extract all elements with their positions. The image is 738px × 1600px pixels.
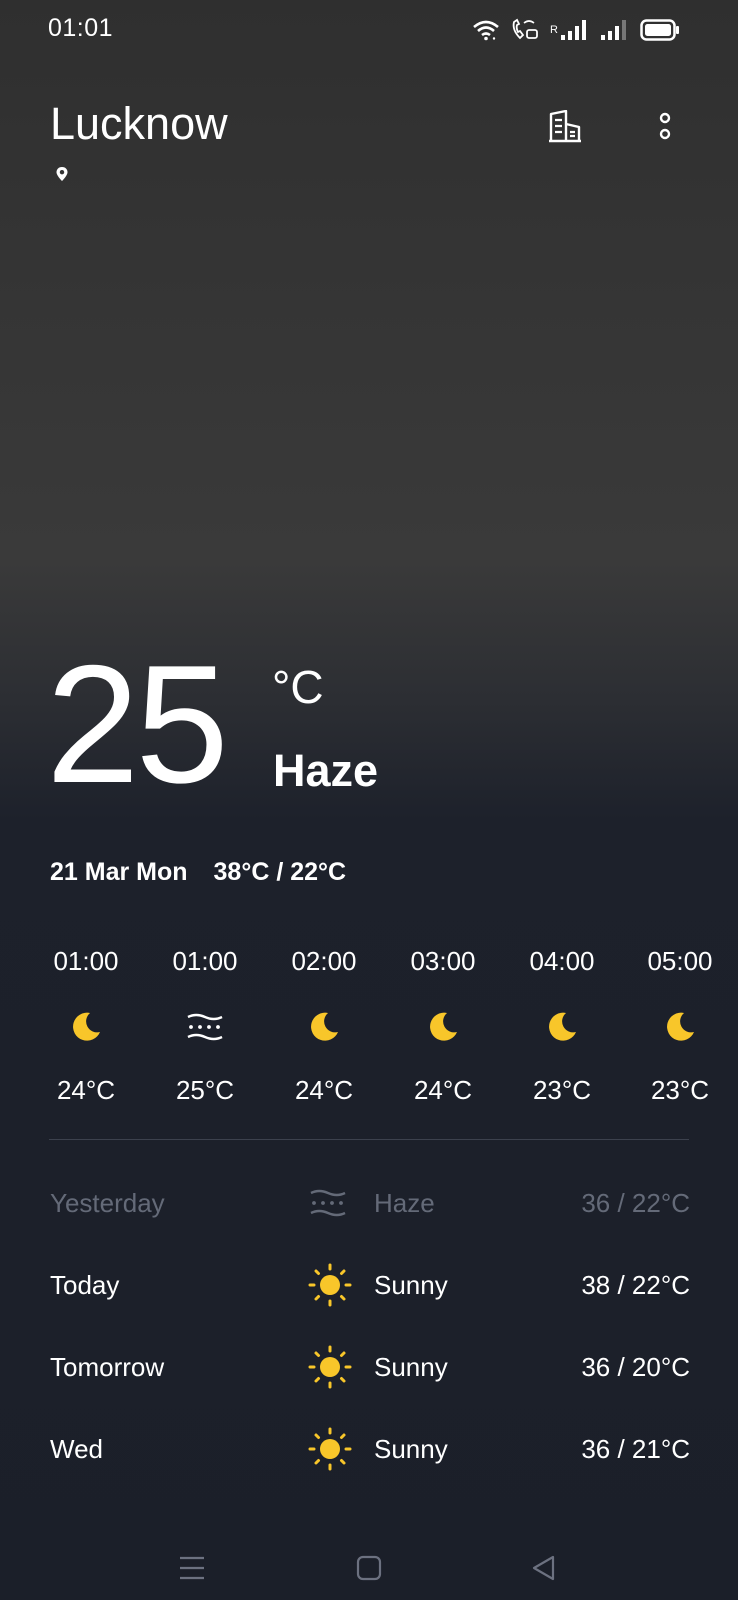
day-temp-range: 36 / 22°C [581,1187,690,1218]
day-name: Yesterday [50,1187,165,1218]
day-temp-range: 38 / 22°C [581,1269,690,1300]
day-name: Wed [50,1433,103,1464]
daily-row-wed[interactable]: Wed Sunny 36 / 21°C [50,1427,690,1471]
day-condition: Sunny [374,1269,448,1300]
day-condition: Haze [374,1187,435,1218]
current-date: 21 Mar Mon [50,858,188,886]
nav-home-button[interactable] [347,1546,391,1590]
wifi-calling-icon [512,18,538,40]
signal-sim2-icon [601,20,626,40]
date-summary: 21 Mar Mon 38°C / 22°C [50,858,346,887]
nav-back-button[interactable] [522,1546,566,1590]
divider [49,1139,689,1140]
buildings-icon [549,110,581,143]
hour-temp: 24°C [294,1075,354,1105]
hour-time: 04:00 [529,946,595,976]
day-temp-range: 36 / 21°C [581,1433,690,1464]
nav-recents-button[interactable] [170,1546,214,1590]
current-temperature: 25 [46,630,229,818]
hourly-item: 02:00 24°C [266,940,382,1106]
moon-icon [504,997,620,1057]
hourly-item: 01:00 25°C [147,940,263,1106]
daily-row-yesterday[interactable]: Yesterday Haze 36 / 22°C [50,1181,690,1225]
sun-icon [308,1427,374,1471]
roaming-indicator: R [550,24,558,36]
city-name[interactable]: Lucknow [50,98,228,150]
hour-time: 05:00 [647,946,713,976]
hour-temp: 23°C [650,1075,710,1105]
high-low-temp: 38°C / 22°C [213,858,347,886]
haze-icon [308,1188,374,1218]
status-icons: R [472,16,680,44]
hour-time: 02:00 [291,946,357,976]
wifi-icon [473,20,499,41]
hour-time: 01:00 [172,946,238,976]
hourly-item: 04:00 23°C [504,940,620,1106]
moon-icon [28,997,144,1057]
moon-icon [266,997,382,1057]
hour-time: 01:00 [53,946,119,976]
sun-icon [308,1263,374,1307]
hour-temp: 23°C [532,1075,592,1105]
menu-lines-icon [180,1556,204,1580]
hourly-forecast[interactable]: 01:00 24°C 01:00 25°C 02:00 24°C 03:00 2… [0,940,738,1110]
hourly-item: 03:00 24°C [385,940,501,1106]
location-pin-icon [55,166,69,187]
haze-icon [147,997,263,1057]
status-time: 01:01 [48,14,114,42]
day-temp-range: 36 / 20°C [581,1351,690,1382]
moon-icon [385,997,501,1057]
hourly-item: 05:00 23°C [622,940,738,1106]
hour-temp: 24°C [56,1075,116,1105]
day-name: Today [50,1269,120,1300]
square-icon [356,1555,382,1581]
daily-row-tomorrow[interactable]: Tomorrow Sunny 36 / 20°C [50,1345,690,1389]
daily-row-today[interactable]: Today Sunny 38 / 22°C [50,1263,690,1307]
sun-icon [308,1345,374,1389]
day-condition: Sunny [374,1433,448,1464]
hour-temp: 24°C [413,1075,473,1105]
city-list-button[interactable] [545,107,585,147]
more-options-button[interactable] [645,107,685,147]
temperature-unit: °C [272,661,324,713]
hour-temp: 25°C [175,1075,235,1105]
current-condition: Haze [273,745,379,796]
hour-time: 03:00 [410,946,476,976]
signal-sim1-icon [561,20,586,40]
more-vertical-icon [659,112,671,140]
back-triangle-icon [532,1555,555,1581]
day-name: Tomorrow [50,1351,165,1382]
day-condition: Sunny [374,1351,448,1382]
moon-icon [622,997,738,1057]
battery-icon [640,19,679,41]
hourly-item: 01:00 24°C [28,940,144,1106]
